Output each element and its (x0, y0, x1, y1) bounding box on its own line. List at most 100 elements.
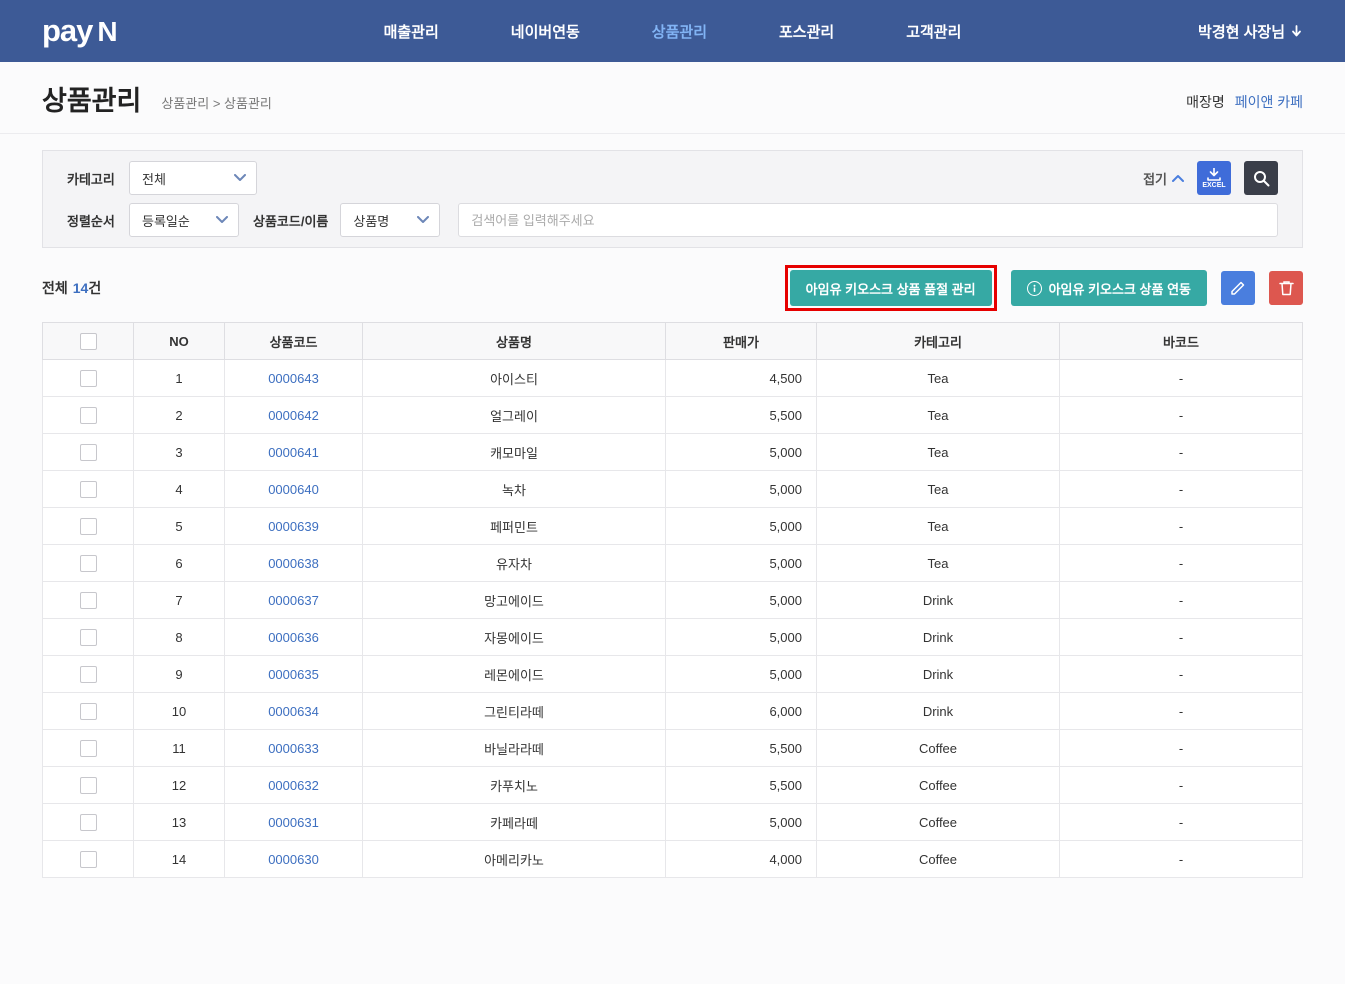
cell-product-code-link[interactable]: 0000639 (224, 507, 363, 545)
cell-barcode: - (1059, 359, 1303, 397)
row-checkbox[interactable] (79, 776, 97, 794)
nav-item-customers[interactable]: 고객관리 (906, 21, 961, 42)
excel-download-button[interactable]: EXCEL (1197, 161, 1231, 195)
kiosk-soldout-manage-button[interactable]: 아임유 키오스크 상품 품절 관리 (789, 270, 992, 306)
search-input[interactable] (458, 203, 1278, 237)
cell-category: Tea (816, 470, 1060, 508)
sort-select[interactable]: 등록일순 (129, 203, 239, 237)
trash-icon (1278, 280, 1294, 296)
filter-row-search: 정렬순서 등록일순 상품코드/이름 상품명 (67, 201, 1278, 239)
row-checkbox[interactable] (79, 628, 97, 646)
user-menu[interactable]: 박경현 사장님 (1198, 21, 1303, 42)
cell-barcode: - (1059, 396, 1303, 434)
row-checkbox[interactable] (79, 369, 97, 387)
cell-product-code-link[interactable]: 0000637 (224, 581, 363, 619)
table-row: 9 0000635 레몬에이드 5,000 Drink - (42, 655, 1303, 693)
cell-product-name: 망고에이드 (362, 581, 666, 619)
cell-no: 10 (133, 692, 225, 730)
row-checkbox[interactable] (79, 443, 97, 461)
cell-product-code-link[interactable]: 0000636 (224, 618, 363, 656)
cell-category: Coffee (816, 766, 1060, 804)
cell-product-name: 캐모마일 (362, 433, 666, 471)
col-header-no: NO (133, 322, 225, 360)
row-checkbox[interactable] (79, 406, 97, 424)
cell-product-name: 녹차 (362, 470, 666, 508)
cell-barcode: - (1059, 618, 1303, 656)
delete-button[interactable] (1269, 271, 1303, 305)
cell-no: 7 (133, 581, 225, 619)
cell-category: Coffee (816, 840, 1060, 878)
row-checkbox[interactable] (79, 813, 97, 831)
cell-product-name: 자몽에이드 (362, 618, 666, 656)
edit-button[interactable] (1221, 271, 1255, 305)
row-checkbox[interactable] (79, 702, 97, 720)
cell-product-name: 카푸치노 (362, 766, 666, 804)
search-icon (1253, 170, 1270, 187)
cell-no: 14 (133, 840, 225, 878)
search-type-select[interactable]: 상품명 (340, 203, 441, 237)
cell-no: 3 (133, 433, 225, 471)
cell-product-name: 페퍼민트 (362, 507, 666, 545)
row-checkbox[interactable] (79, 517, 97, 535)
category-select[interactable]: 전체 (129, 161, 257, 195)
row-checkbox[interactable] (79, 739, 97, 757)
cell-price: 5,000 (665, 470, 817, 508)
nav-item-pos[interactable]: 포스관리 (779, 21, 834, 42)
cell-price: 5,000 (665, 544, 817, 582)
cell-price: 5,000 (665, 618, 817, 656)
row-checkbox[interactable] (79, 480, 97, 498)
table-body: 1 0000643 아이스티 4,500 Tea - 2 0000642 얼그레… (42, 359, 1303, 878)
soldout-button-label: 아임유 키오스크 상품 품절 관리 (805, 281, 976, 297)
cell-barcode: - (1059, 692, 1303, 730)
page-header: 상품관리 상품관리 > 상품관리 매장명 페이앤 카페 (0, 62, 1345, 134)
cell-price: 5,500 (665, 396, 817, 434)
store-name-link[interactable]: 페이앤 카페 (1235, 94, 1303, 110)
cell-product-code-link[interactable]: 0000641 (224, 433, 363, 471)
cell-price: 4,500 (665, 359, 817, 397)
info-icon (1026, 280, 1042, 296)
row-checkbox[interactable] (79, 591, 97, 609)
brand-logo[interactable]: pay N (42, 13, 118, 49)
cell-checkbox (42, 803, 134, 841)
nav-item-products[interactable]: 상품관리 (652, 21, 707, 42)
cell-checkbox (42, 581, 134, 619)
cell-product-code-link[interactable]: 0000640 (224, 470, 363, 508)
cell-barcode: - (1059, 655, 1303, 693)
table-row: 4 0000640 녹차 5,000 Tea - (42, 470, 1303, 508)
cell-product-code-link[interactable]: 0000638 (224, 544, 363, 582)
cell-product-code-link[interactable]: 0000635 (224, 655, 363, 693)
cell-product-code-link[interactable]: 0000634 (224, 692, 363, 730)
col-header-category: 카테고리 (816, 322, 1060, 360)
cell-product-code-link[interactable]: 0000632 (224, 766, 363, 804)
row-checkbox[interactable] (79, 850, 97, 868)
kiosk-product-sync-button[interactable]: 아임유 키오스크 상품 연동 (1010, 270, 1207, 306)
cell-category: Drink (816, 618, 1060, 656)
nav-item-naver[interactable]: 네이버연동 (511, 21, 580, 42)
cell-product-code-link[interactable]: 0000630 (224, 840, 363, 878)
collapse-label: 접기 (1143, 171, 1167, 187)
sort-label: 정렬순서 (67, 213, 115, 229)
cell-product-name: 카페라떼 (362, 803, 666, 841)
row-checkbox[interactable] (79, 554, 97, 572)
select-all-checkbox[interactable] (79, 332, 97, 350)
cell-barcode: - (1059, 803, 1303, 841)
cell-product-code-link[interactable]: 0000633 (224, 729, 363, 767)
table-row: 7 0000637 망고에이드 5,000 Drink - (42, 581, 1303, 619)
collapse-toggle[interactable]: 접기 (1143, 169, 1184, 188)
table-row: 8 0000636 자몽에이드 5,000 Drink - (42, 618, 1303, 656)
cell-product-code-link[interactable]: 0000631 (224, 803, 363, 841)
nav-item-sales[interactable]: 매출관리 (384, 21, 439, 42)
cell-no: 13 (133, 803, 225, 841)
table-row: 13 0000631 카페라떼 5,000 Coffee - (42, 803, 1303, 841)
total-count-number: 14 (72, 280, 89, 296)
col-header-price: 판매가 (665, 322, 817, 360)
cell-barcode: - (1059, 840, 1303, 878)
row-checkbox[interactable] (79, 665, 97, 683)
product-table-container: NO 상품코드 상품명 판매가 카테고리 바코드 1 0000643 아이스티 … (42, 322, 1303, 878)
search-button[interactable] (1244, 161, 1278, 195)
cell-product-code-link[interactable]: 0000642 (224, 396, 363, 434)
cell-barcode: - (1059, 470, 1303, 508)
cell-product-code-link[interactable]: 0000643 (224, 359, 363, 397)
brand-logo-text: pay (42, 13, 93, 48)
cell-category: Drink (816, 655, 1060, 693)
